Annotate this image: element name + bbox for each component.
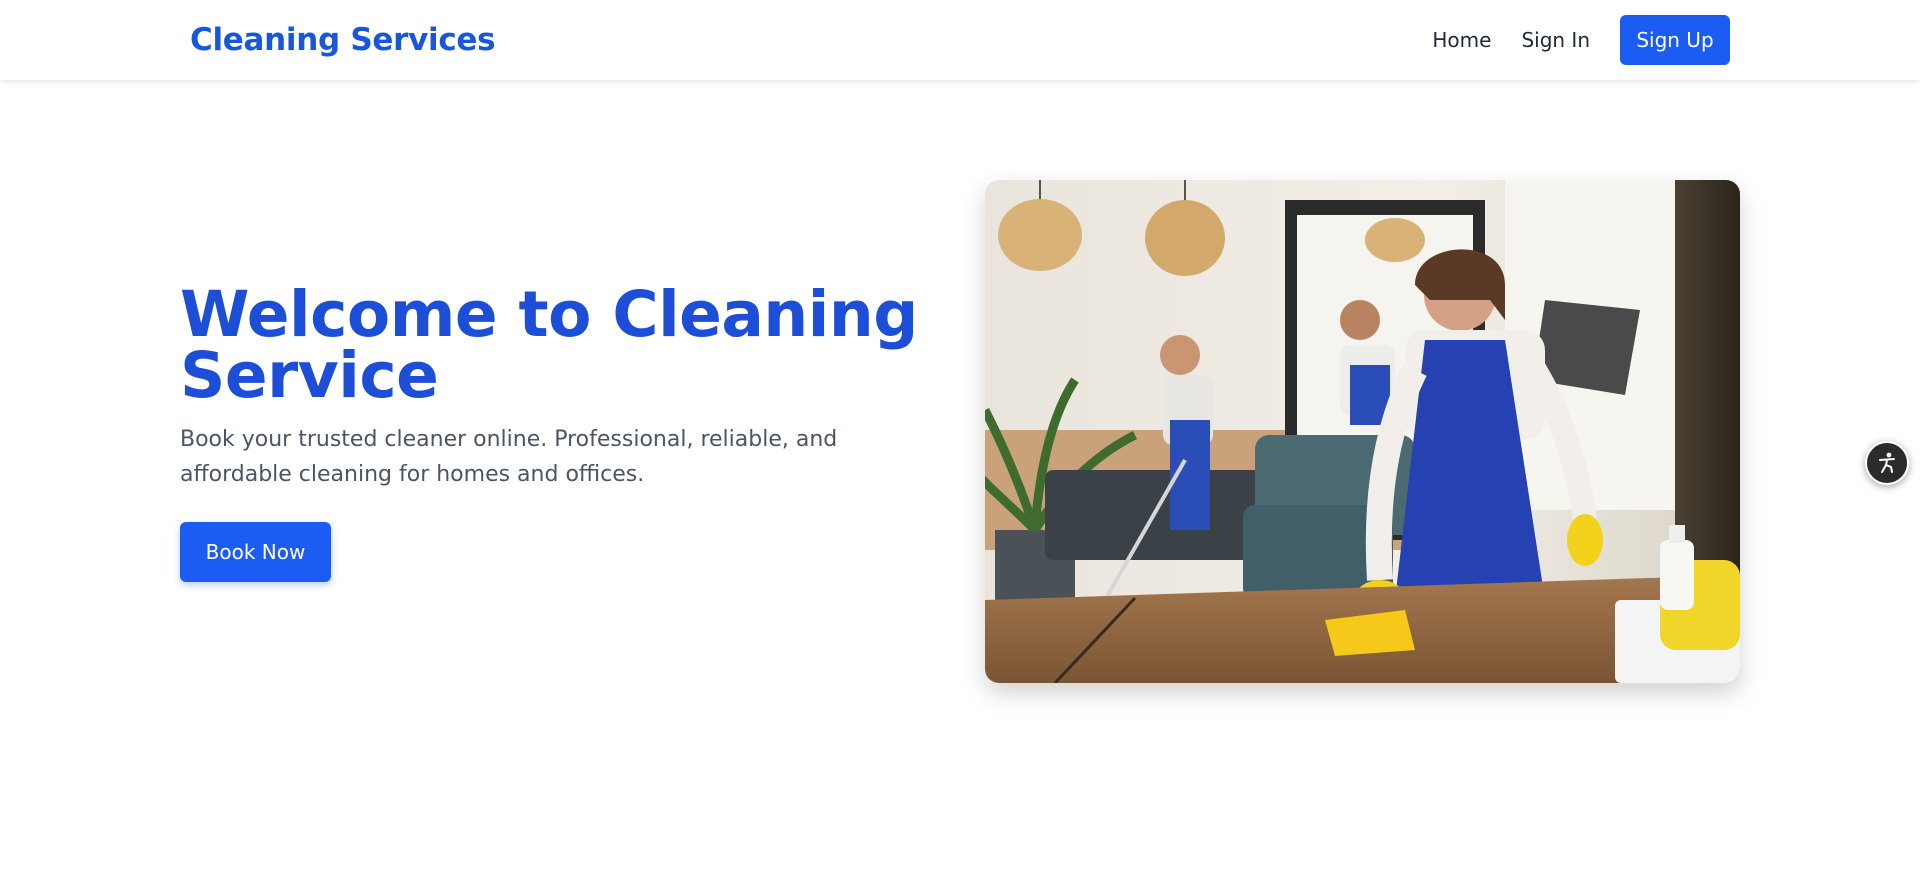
sign-up-button[interactable]: Sign Up (1620, 15, 1730, 65)
accessibility-icon (1879, 452, 1895, 473)
office-cleaning-photo (985, 180, 1740, 683)
accessibility-button[interactable] (1865, 441, 1909, 485)
nav-sign-in-link[interactable]: Sign In (1521, 28, 1590, 52)
hero-title: Welcome to Cleaning Service (180, 278, 918, 412)
hero-image (985, 180, 1740, 683)
nav-home-link[interactable]: Home (1432, 28, 1491, 52)
main-nav: Home Sign In Sign Up (1432, 15, 1730, 65)
brand-logo[interactable]: Cleaning Services (190, 22, 496, 58)
site-header: Cleaning Services Home Sign In Sign Up (0, 0, 1920, 80)
hero-subtitle: Book your trusted cleaner online. Profes… (180, 427, 838, 487)
book-now-button[interactable]: Book Now (180, 522, 331, 582)
